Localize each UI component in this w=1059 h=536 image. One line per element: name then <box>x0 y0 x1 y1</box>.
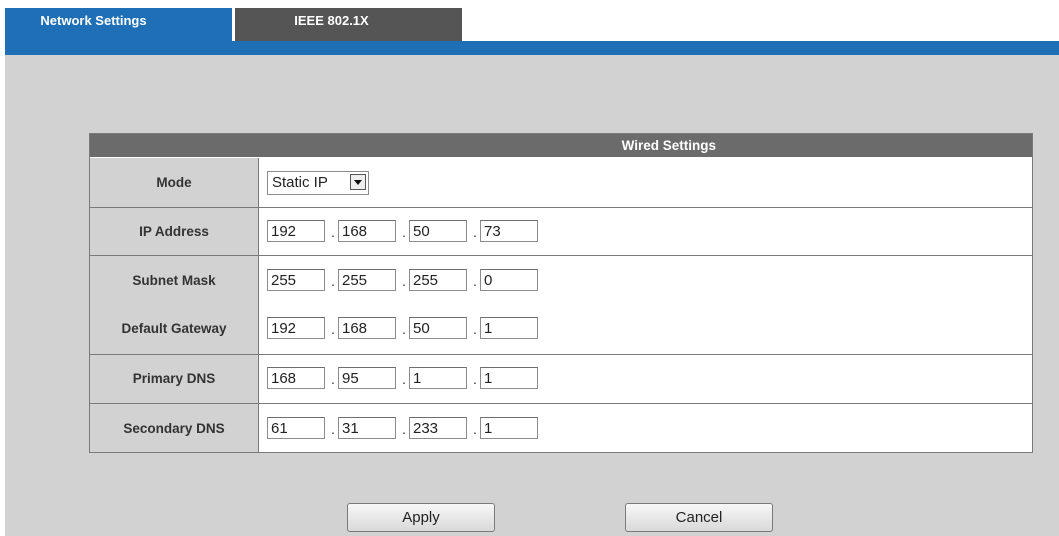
default-gateway-label: Default Gateway <box>121 321 227 336</box>
secondary-dns-label: Secondary DNS <box>123 421 225 436</box>
secondary-dns-octet-2[interactable]: 31 <box>338 417 396 439</box>
default-gateway-octet-4[interactable]: 1 <box>480 317 538 339</box>
tab-underline-bar <box>5 41 1059 55</box>
tab-bar: Network Settings IEEE 802.1X <box>0 0 1059 41</box>
primary-dns-octet-3[interactable]: 1 <box>409 367 467 389</box>
ip-address-octet-3[interactable]: 50 <box>409 220 467 242</box>
mode-select-value: Static IP <box>272 174 328 191</box>
octet-separator: . <box>402 273 406 289</box>
primary-dns-row: 168 . 95 . 1 . 1 Primary DNS <box>90 355 1032 403</box>
octet-separator: . <box>331 224 335 240</box>
subnet-gateway-row: 255 . 255 . 255 . 0 192 . 168 . 50 . 1 S… <box>90 256 1032 354</box>
ip-address-octet-1[interactable]: 192 <box>267 220 325 242</box>
primary-dns-octet-2[interactable]: 95 <box>338 367 396 389</box>
octet-separator: . <box>402 371 406 387</box>
octet-separator: . <box>473 224 477 240</box>
default-gateway-octet-1[interactable]: 192 <box>267 317 325 339</box>
octet-separator: . <box>402 224 406 240</box>
secondary-dns-octet-1[interactable]: 61 <box>267 417 325 439</box>
subnet-mask-octet-2[interactable]: 255 <box>338 269 396 291</box>
tab-ieee-8021x[interactable]: IEEE 802.1X <box>235 8 462 41</box>
octet-separator: . <box>473 421 477 437</box>
subnet-mask-octet-3[interactable]: 255 <box>409 269 467 291</box>
ip-address-octet-4[interactable]: 73 <box>480 220 538 242</box>
primary-dns-octet-1[interactable]: 168 <box>267 367 325 389</box>
mode-select[interactable]: Static IP <box>267 171 369 195</box>
apply-button[interactable]: Apply <box>347 503 495 532</box>
octet-separator: . <box>473 321 477 337</box>
default-gateway-octet-2[interactable]: 168 <box>338 317 396 339</box>
subnet-mask-label: Subnet Mask <box>132 273 216 288</box>
octet-separator: . <box>331 371 335 387</box>
default-gateway-octet-3[interactable]: 50 <box>409 317 467 339</box>
wired-settings-panel: Wired Settings Static IP Mode 192 . 168 … <box>89 133 1033 453</box>
octet-separator: . <box>331 321 335 337</box>
octet-separator: . <box>402 421 406 437</box>
octet-separator: . <box>331 273 335 289</box>
secondary-dns-octet-3[interactable]: 233 <box>409 417 467 439</box>
chevron-down-icon[interactable] <box>350 174 366 190</box>
panel-title: Wired Settings <box>90 134 1032 158</box>
octet-separator: . <box>473 371 477 387</box>
tab-network-settings[interactable]: Network Settings <box>5 8 232 41</box>
ip-address-label: IP Address <box>139 224 209 239</box>
primary-dns-label: Primary DNS <box>132 371 216 386</box>
cancel-button[interactable]: Cancel <box>625 503 773 532</box>
octet-separator: . <box>331 421 335 437</box>
secondary-dns-octet-4[interactable]: 1 <box>480 417 538 439</box>
octet-separator: . <box>402 321 406 337</box>
octet-separator: . <box>473 273 477 289</box>
mode-label: Mode <box>156 175 192 190</box>
secondary-dns-row: 61 . 31 . 233 . 1 Secondary DNS <box>90 404 1032 452</box>
mode-row: Static IP Mode <box>90 158 1032 207</box>
primary-dns-octet-4[interactable]: 1 <box>480 367 538 389</box>
subnet-mask-octet-4[interactable]: 0 <box>480 269 538 291</box>
ip-address-octet-2[interactable]: 168 <box>338 220 396 242</box>
subnet-mask-octet-1[interactable]: 255 <box>267 269 325 291</box>
ip-address-row: 192 . 168 . 50 . 73 IP Address <box>90 208 1032 255</box>
